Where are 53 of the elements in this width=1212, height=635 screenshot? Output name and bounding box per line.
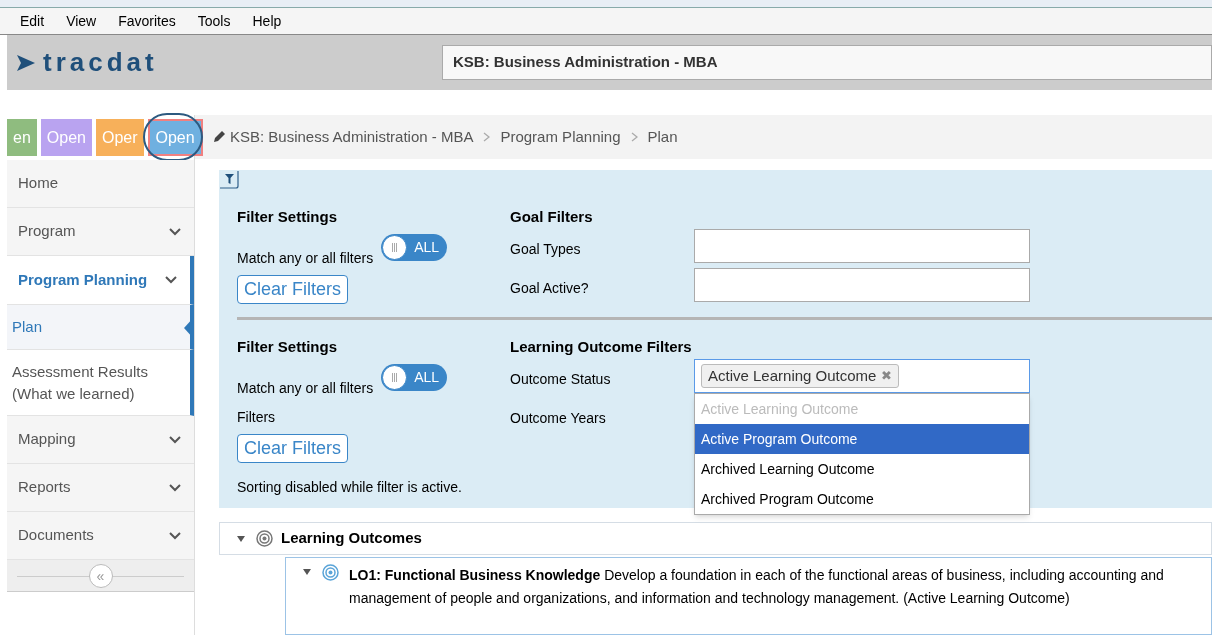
sidebar-item[interactable]: Reports [7, 464, 194, 512]
section-heading: Goal Filters [510, 207, 594, 227]
target-icon [256, 530, 273, 548]
match-label: Match any or all filters [237, 379, 374, 399]
filter-chip: Active Learning Outcome ✖ [701, 364, 900, 389]
pencil-icon [213, 130, 226, 144]
sidebar-item[interactable]: Program Planning [7, 256, 194, 305]
triangle-down-icon[interactable] [236, 534, 246, 543]
logo-text: tracdat [43, 46, 158, 79]
menu-item[interactable]: Favorites [118, 10, 176, 32]
dropdown-option[interactable]: Archived Program Outcome [695, 484, 1029, 515]
sidebar-item[interactable]: Documents [7, 512, 194, 560]
program-title-field: KSB: Business Administration - MBA [442, 45, 1212, 80]
field-label: Goal Types [510, 240, 582, 260]
filter-field[interactable]: Active Learning Outcome ✖ [694, 359, 1030, 394]
sidebar-item[interactable]: Home [7, 160, 194, 208]
field-label: Goal Active? [510, 279, 590, 299]
match-label: Filters [237, 408, 277, 428]
breadcrumb-link[interactable]: KSB: Business Administration - MBA [230, 125, 474, 149]
clear-filters-button[interactable]: Clear Filters [237, 434, 348, 464]
chevron-right-icon [483, 131, 491, 142]
all-toggle[interactable]: ALL [381, 234, 448, 262]
sidebar-item[interactable]: Mapping [7, 416, 194, 464]
filter-field[interactable] [694, 268, 1030, 303]
tree-label[interactable]: Learning Outcomes [281, 527, 422, 550]
field-label: Outcome Status [510, 370, 612, 390]
menu-item[interactable]: Edit [20, 10, 45, 32]
breadcrumb-link[interactable]: Plan [647, 125, 678, 149]
match-label: Match any or all filters [237, 249, 374, 269]
clear-filters-button[interactable]: Clear Filters [237, 275, 348, 305]
dropdown-option[interactable]: Archived Learning Outcome [695, 454, 1029, 485]
sidebar-item[interactable]: Plan [7, 305, 194, 350]
menu-item[interactable]: View [66, 10, 97, 32]
section-heading: Filter Settings [237, 207, 338, 227]
sorting-note: Sorting disabled while filter is active. [237, 478, 463, 498]
outcome-text: LO1: Functional Business Knowledge Develop a foundation in each of the functional areas of business, including accounting and [349, 566, 1164, 586]
menu-item[interactable]: Help [252, 10, 282, 32]
breadcrumb-link[interactable]: Program Planning [500, 125, 621, 149]
dropdown-option: Active Learning Outcome [695, 394, 1029, 425]
chevron-right-icon [630, 131, 638, 142]
triangle-down-icon[interactable] [302, 568, 312, 577]
filter-icon[interactable] [219, 170, 239, 190]
all-toggle[interactable]: ALL [381, 364, 448, 392]
outcome-text: management of people and organizations, and information and technology management. (Active Learning Outcome) [349, 589, 1071, 609]
sidebar-item[interactable]: Program [7, 208, 194, 256]
sidebar-item[interactable]: Assessment Results (What we learned) [7, 350, 194, 416]
field-label: Outcome Years [510, 409, 607, 429]
section-heading: Filter Settings [237, 337, 338, 357]
dropdown-option[interactable]: Active Program Outcome [695, 424, 1029, 455]
section-heading: Learning Outcome Filters [510, 337, 693, 357]
target-icon [322, 564, 339, 582]
filter-field[interactable] [694, 229, 1030, 264]
menu-item[interactable]: Tools [197, 10, 231, 32]
